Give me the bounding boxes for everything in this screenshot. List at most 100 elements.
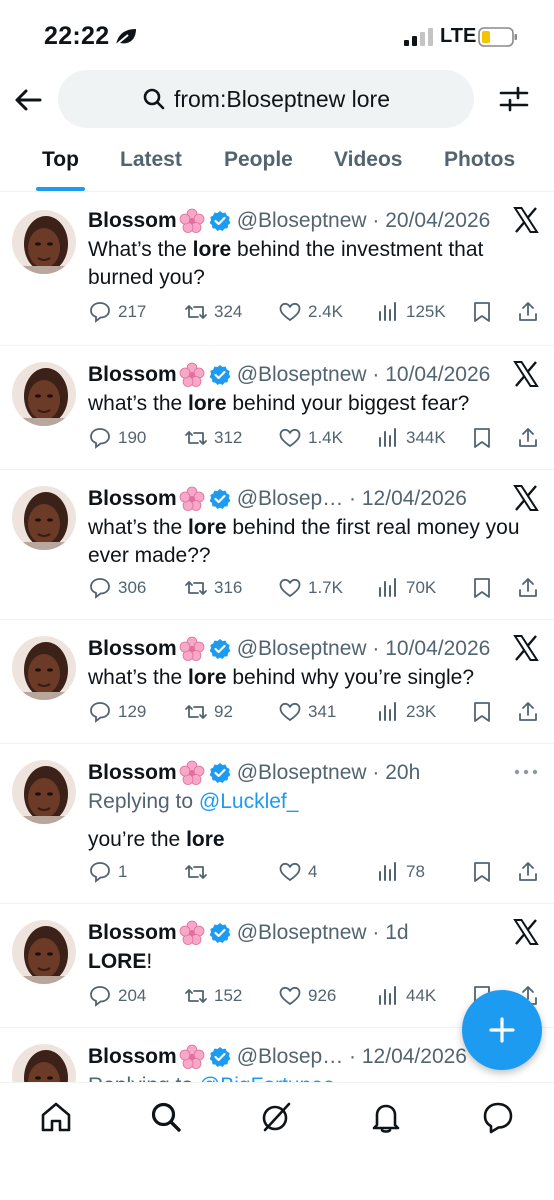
repost-button[interactable]: 324: [184, 300, 242, 324]
bookmark-button[interactable]: [470, 860, 500, 884]
share-button[interactable]: [516, 426, 546, 450]
messages-icon[interactable]: [480, 1099, 516, 1135]
x-logo-icon: [513, 635, 539, 661]
tweet[interactable]: Blossom @Blosep… · 12/04/2026 what’s the…: [0, 470, 554, 620]
handle-date[interactable]: @Bloseptnew · 1d: [237, 921, 409, 945]
network-label: LTE: [440, 25, 477, 47]
tweet[interactable]: Blossom @Bloseptnew · 20/04/2026 What’s …: [0, 192, 554, 346]
display-name[interactable]: Blossom: [88, 487, 177, 511]
handle-date[interactable]: @Blosep… · 12/04/2026: [237, 1045, 467, 1069]
views-button[interactable]: 125K: [376, 300, 446, 324]
repost-button[interactable]: 312: [184, 426, 242, 450]
share-button[interactable]: [516, 700, 546, 724]
handle-date[interactable]: @Bloseptnew · 10/04/2026: [237, 637, 491, 661]
profile-photo: [12, 486, 76, 550]
tweet[interactable]: Blossom @Bloseptnew · 20h Replying to @L…: [0, 744, 554, 904]
reply-icon: [90, 702, 110, 723]
tweet[interactable]: Blossom @Bloseptnew · 10/04/2026 what’s …: [0, 620, 554, 744]
avatar[interactable]: [12, 210, 76, 274]
bookmark-button[interactable]: [470, 426, 500, 450]
repost-button[interactable]: 92: [184, 700, 233, 724]
display-name[interactable]: Blossom: [88, 1045, 177, 1069]
display-name[interactable]: Blossom: [88, 209, 177, 233]
handle-date[interactable]: @Bloseptnew · 20/04/2026: [237, 209, 491, 233]
views-button[interactable]: 70K: [376, 576, 436, 600]
repost-button[interactable]: [184, 860, 214, 884]
verified-badge-icon: [209, 365, 231, 385]
handle-date[interactable]: @Blosep… · 12/04/2026: [237, 487, 467, 511]
repost-icon: [185, 581, 207, 595]
tweet-header: Blossom @Bloseptnew · 10/04/2026: [88, 636, 490, 662]
filter-settings-icon[interactable]: [498, 83, 530, 115]
avatar[interactable]: [12, 1044, 76, 1082]
views-button[interactable]: 23K: [376, 700, 436, 724]
grok-icon[interactable]: [258, 1099, 294, 1135]
back-arrow-icon[interactable]: [12, 84, 44, 116]
tweet-actions: 129 92 341 23K: [88, 700, 540, 730]
tab-latest[interactable]: Latest: [120, 148, 182, 172]
repost-button[interactable]: 316: [184, 576, 242, 600]
avatar[interactable]: [12, 636, 76, 700]
like-button[interactable]: 1.7K: [278, 576, 343, 600]
reply-button[interactable]: 190: [88, 426, 146, 450]
avatar[interactable]: [12, 760, 76, 824]
views-chart-icon: [379, 302, 396, 321]
avatar[interactable]: [12, 920, 76, 984]
cherry-blossom-icon: [179, 1044, 205, 1069]
display-name[interactable]: Blossom: [88, 637, 177, 661]
bookmark-button[interactable]: [470, 300, 500, 324]
views-button[interactable]: 78: [376, 860, 425, 884]
tab-videos[interactable]: Videos: [334, 148, 402, 172]
more-options-icon[interactable]: [514, 768, 538, 776]
tweet-text: you’re the lore: [88, 828, 225, 851]
reply-button[interactable]: 306: [88, 576, 146, 600]
like-button[interactable]: 926: [278, 984, 336, 1008]
handle-date[interactable]: @Bloseptnew · 20h: [237, 761, 421, 785]
reply-button[interactable]: 204: [88, 984, 146, 1008]
home-icon[interactable]: [38, 1099, 74, 1135]
display-name[interactable]: Blossom: [88, 363, 177, 387]
signal-icon: [404, 28, 433, 46]
share-button[interactable]: [516, 576, 546, 600]
battery-icon: [478, 27, 517, 47]
repost-icon: [185, 865, 207, 879]
reply-button[interactable]: 1: [88, 860, 127, 884]
share-button[interactable]: [516, 300, 546, 324]
reply-button[interactable]: 217: [88, 300, 146, 324]
share-icon: [519, 862, 537, 881]
like-button[interactable]: 2.4K: [278, 300, 343, 324]
notifications-bell-icon[interactable]: [368, 1099, 404, 1135]
handle-date[interactable]: @Bloseptnew · 10/04/2026: [237, 363, 491, 387]
avatar[interactable]: [12, 486, 76, 550]
avatar[interactable]: [12, 362, 76, 426]
tweet-text: LORE!: [88, 950, 153, 973]
x-logo-icon: [513, 919, 539, 945]
search-nav-icon[interactable]: [148, 1099, 184, 1135]
tab-photos[interactable]: Photos: [444, 148, 515, 172]
share-button[interactable]: [516, 860, 546, 884]
heart-icon: [279, 986, 301, 1006]
like-button[interactable]: 1.4K: [278, 426, 343, 450]
reply-handle-link[interactable]: @BigFortunee: [199, 1074, 335, 1082]
bookmark-button[interactable]: [470, 700, 500, 724]
like-button[interactable]: 341: [278, 700, 336, 724]
like-button[interactable]: 4: [278, 860, 317, 884]
bookmark-icon: [474, 428, 490, 448]
reply-button[interactable]: 129: [88, 700, 146, 724]
tweet[interactable]: Blossom @Bloseptnew · 10/04/2026 what’s …: [0, 346, 554, 470]
tab-people[interactable]: People: [224, 148, 293, 172]
reply-handle-link[interactable]: @Lucklef_: [199, 790, 299, 813]
compose-post-button[interactable]: [462, 990, 542, 1070]
display-name[interactable]: Blossom: [88, 921, 177, 945]
repost-button[interactable]: 152: [184, 984, 242, 1008]
display-name[interactable]: Blossom: [88, 761, 177, 785]
verified-badge-icon: [209, 1047, 231, 1067]
bookmark-button[interactable]: [470, 576, 500, 600]
search-input[interactable]: from:Bloseptnew lore: [58, 70, 474, 128]
replying-to: Replying to @Lucklef_: [88, 790, 299, 813]
share-icon: [519, 302, 537, 321]
views-button[interactable]: 44K: [376, 984, 436, 1008]
repost-icon: [185, 705, 207, 719]
tab-top[interactable]: Top: [42, 148, 79, 172]
views-button[interactable]: 344K: [376, 426, 446, 450]
